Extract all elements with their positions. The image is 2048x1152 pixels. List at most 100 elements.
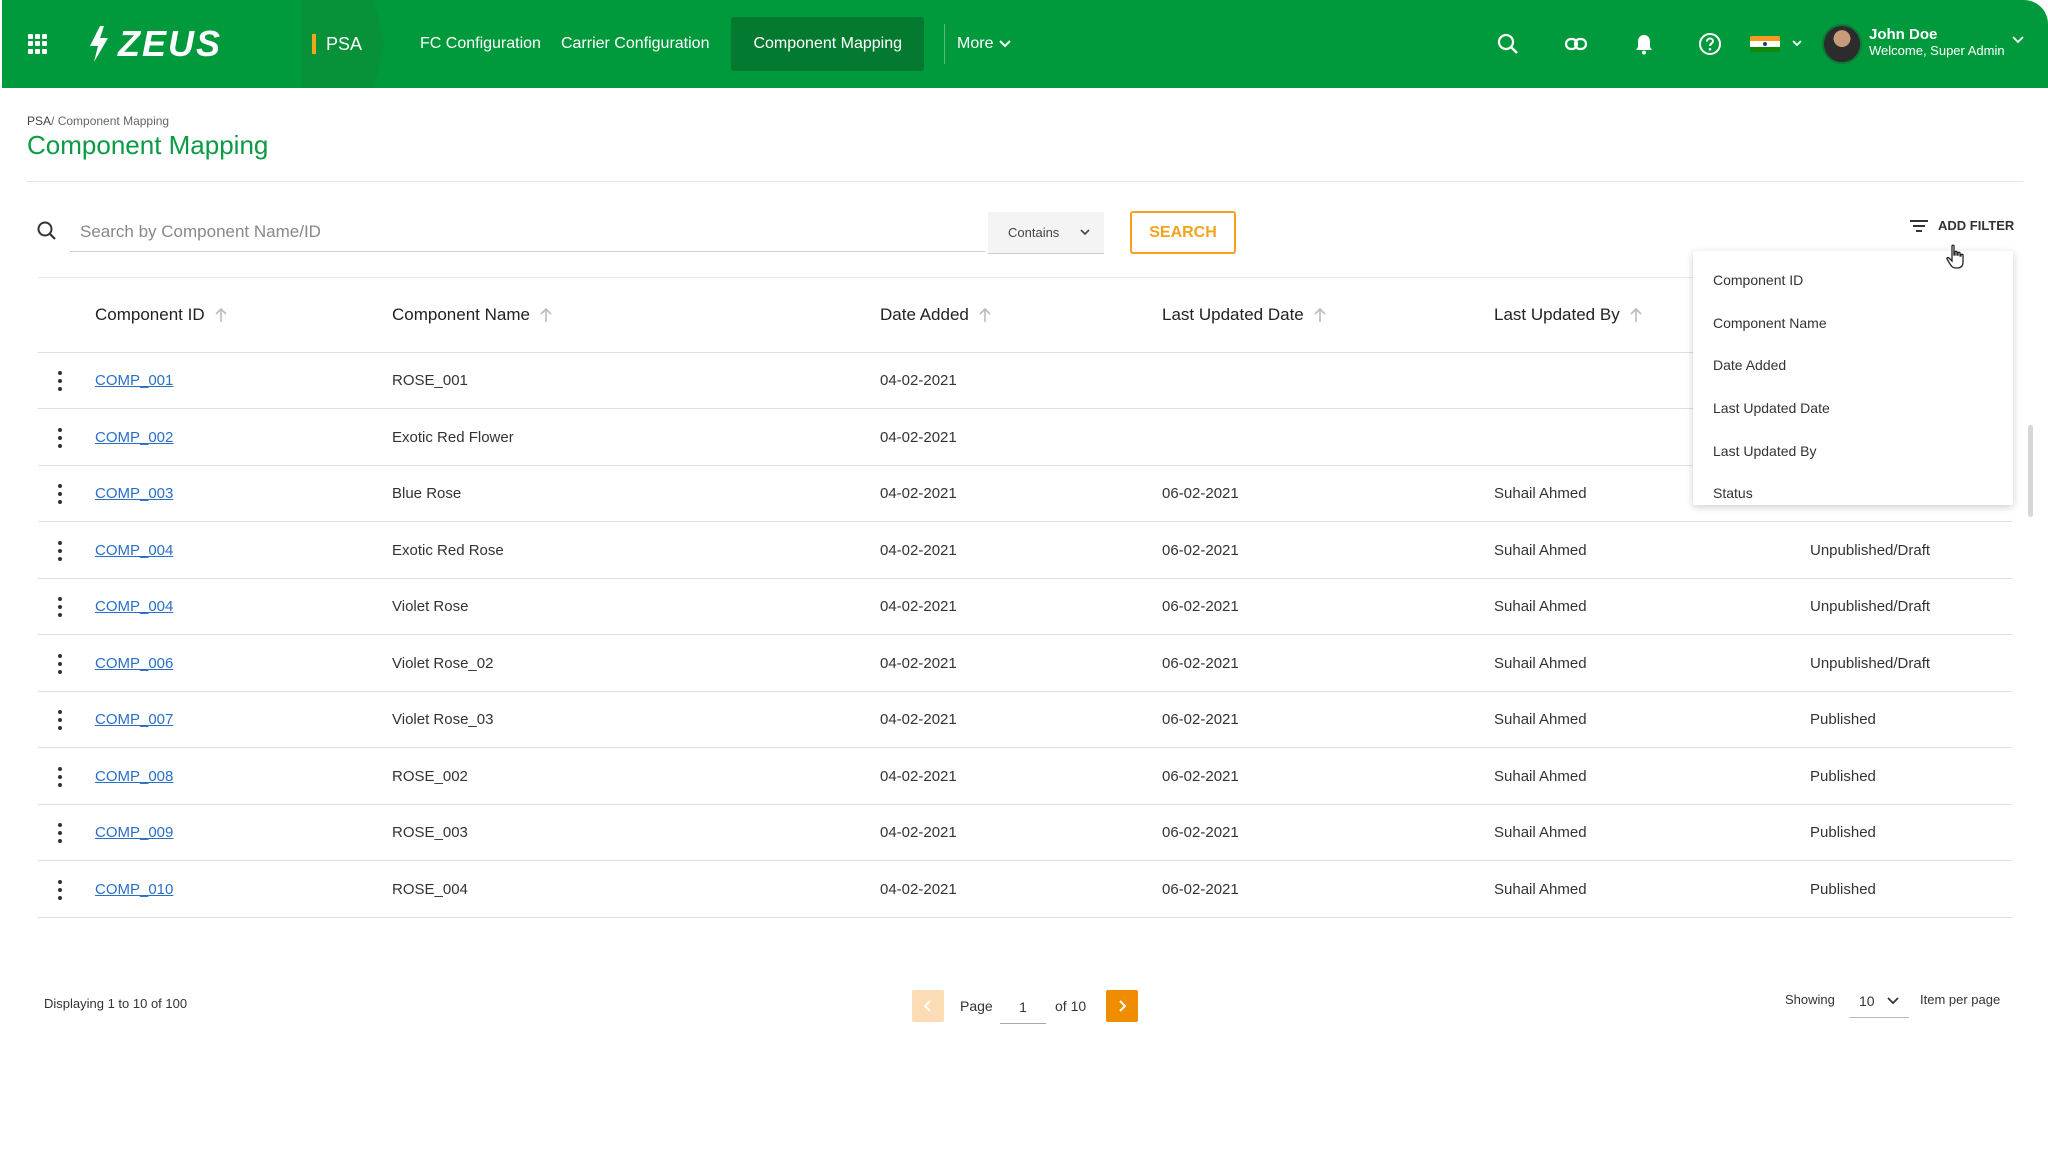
help-icon[interactable] <box>1696 30 1724 58</box>
col-header-component-id[interactable]: Component ID <box>95 305 227 325</box>
breadcrumb-separator: / <box>51 114 55 128</box>
next-page-button[interactable] <box>1106 990 1138 1022</box>
sort-arrow-up-icon <box>979 307 991 322</box>
cell-component-name: ROSE_001 <box>392 372 468 389</box>
link-icon[interactable] <box>1562 30 1590 58</box>
search-icon[interactable] <box>1494 30 1522 58</box>
user-subtitle: Welcome, Super Admin <box>1869 43 2005 58</box>
col-header-last-updated-date[interactable]: Last Updated Date <box>1162 305 1326 325</box>
module-switcher[interactable]: PSA <box>302 0 384 88</box>
sort-arrow-up-icon <box>540 307 552 322</box>
row-actions-icon[interactable] <box>58 653 62 674</box>
chevron-right-icon <box>1119 1000 1126 1012</box>
cell-last-updated-date: 06-02-2021 <box>1162 711 1239 728</box>
nav-carrier-configuration[interactable]: Carrier Configuration <box>551 17 720 71</box>
filter-option-component-name[interactable]: Component Name <box>1693 302 2013 345</box>
main-nav: FC Configuration Carrier Configuration C… <box>410 0 1012 88</box>
cell-last-updated-by: Suhail Ahmed <box>1494 598 1587 615</box>
sort-arrow-up-icon <box>215 307 227 322</box>
row-actions-icon[interactable] <box>58 597 62 617</box>
chevron-down-icon <box>1080 229 1090 236</box>
row-actions-icon[interactable] <box>58 540 62 561</box>
module-label: PSA <box>326 33 363 54</box>
table-row: COMP_006 Violet Rose_02 04-02-2021 06-02… <box>38 636 2012 692</box>
add-filter-button[interactable]: ADD FILTER <box>1910 218 2014 233</box>
logo-bolt-icon <box>90 26 108 62</box>
page-title: Component Mapping <box>27 130 269 160</box>
cell-component-name: Violet Rose_02 <box>392 654 494 672</box>
nav-more[interactable]: More <box>957 35 1012 53</box>
table-row: COMP_004 Exotic Red Rose 04-02-2021 06-0… <box>38 523 2012 579</box>
table-row: COMP_004 Violet Rose 04-02-2021 06-02-20… <box>38 579 2012 635</box>
search-button[interactable]: SEARCH <box>1130 211 1236 254</box>
prev-page-button[interactable] <box>912 990 944 1022</box>
row-actions-icon[interactable] <box>58 427 62 448</box>
cell-status: Published <box>1810 767 1876 785</box>
apps-grid-icon[interactable] <box>28 34 48 54</box>
hand-cursor-icon <box>1946 244 1964 269</box>
title-divider <box>27 181 2023 182</box>
cell-last-updated-by: Suhail Ahmed <box>1494 767 1587 785</box>
row-actions-icon[interactable] <box>58 484 62 504</box>
page-number-input[interactable] <box>1000 990 1046 1024</box>
india-flag-icon[interactable] <box>1750 36 1780 52</box>
showing-label: Showing <box>1785 992 1835 1007</box>
cell-last-updated-date: 06-02-2021 <box>1162 880 1239 898</box>
col-header-date-added[interactable]: Date Added <box>880 305 991 325</box>
col-header-label: Component ID <box>95 305 205 324</box>
user-menu-chevron-down-icon[interactable] <box>2012 36 2024 44</box>
cell-component-id[interactable]: COMP_001 <box>95 372 173 389</box>
cell-status: Unpublished/Draft <box>1810 541 1931 559</box>
cell-component-id[interactable]: COMP_010 <box>95 881 173 898</box>
col-header-label: Component Name <box>392 305 530 324</box>
filter-option-last-updated-by[interactable]: Last Updated By <box>1693 429 2013 472</box>
cell-date-added: 04-02-2021 <box>880 372 957 389</box>
breadcrumb-root[interactable]: PSA <box>27 114 51 128</box>
vertical-scrollbar[interactable] <box>2028 425 2033 517</box>
language-chevron-down-icon[interactable] <box>1792 40 1802 47</box>
col-header-last-updated-by[interactable]: Last Updated By <box>1494 305 1642 325</box>
cell-status: Unpublished/Draft <box>1810 598 1931 615</box>
avatar[interactable] <box>1822 24 1862 64</box>
cell-component-id[interactable]: COMP_004 <box>95 598 173 615</box>
items-per-page-select[interactable]: 10 <box>1849 984 1909 1018</box>
filter-option-date-added[interactable]: Date Added <box>1693 344 2013 387</box>
filter-icon <box>1910 219 1928 232</box>
cell-component-name: Violet Rose_03 <box>392 711 494 728</box>
breadcrumb: PSA/ Component Mapping <box>27 114 169 128</box>
search-input[interactable] <box>70 212 985 252</box>
cell-component-id[interactable]: COMP_002 <box>95 429 173 446</box>
cell-component-name: ROSE_004 <box>392 880 468 898</box>
cell-component-id[interactable]: COMP_006 <box>95 655 173 672</box>
nav-fc-configuration[interactable]: FC Configuration <box>410 17 551 71</box>
pagination-summary: Displaying 1 to 10 of 100 <box>44 996 188 1011</box>
filter-option-status[interactable]: Status <box>1693 472 2013 515</box>
cell-component-id[interactable]: COMP_008 <box>95 768 173 785</box>
table-row: COMP_008 ROSE_002 04-02-2021 06-02-2021 … <box>38 749 2012 805</box>
user-name[interactable]: John Doe <box>1869 26 1937 43</box>
table-row: COMP_007 Violet Rose_03 04-02-2021 06-02… <box>38 692 2012 748</box>
row-actions-icon[interactable] <box>58 823 62 843</box>
cell-last-updated-by: Suhail Ahmed <box>1494 824 1587 841</box>
filter-option-last-updated-date[interactable]: Last Updated Date <box>1693 387 2013 430</box>
table-row: COMP_009 ROSE_003 04-02-2021 06-02-2021 … <box>38 805 2012 861</box>
cell-component-id[interactable]: COMP_003 <box>95 485 173 502</box>
cell-last-updated-date: 06-02-2021 <box>1162 654 1239 672</box>
app-logo[interactable]: ZEUS <box>86 20 222 68</box>
bell-icon[interactable] <box>1630 30 1658 58</box>
cell-component-id[interactable]: COMP_009 <box>95 824 173 841</box>
row-actions-icon[interactable] <box>58 371 62 391</box>
row-actions-icon[interactable] <box>58 710 62 730</box>
cell-component-id[interactable]: COMP_004 <box>95 542 173 559</box>
col-header-label: Date Added <box>880 305 969 324</box>
cell-status: Published <box>1810 711 1876 728</box>
cell-component-id[interactable]: COMP_007 <box>95 711 173 728</box>
row-actions-icon[interactable] <box>58 766 62 787</box>
match-mode-select[interactable]: Contains <box>988 212 1104 254</box>
nav-component-mapping[interactable]: Component Mapping <box>731 17 925 71</box>
col-header-component-name[interactable]: Component Name <box>392 305 552 325</box>
cell-date-added: 04-02-2021 <box>880 428 957 446</box>
module-accent-bar <box>312 34 316 54</box>
cell-last-updated-date: 06-02-2021 <box>1162 541 1239 559</box>
row-actions-icon[interactable] <box>58 879 62 900</box>
